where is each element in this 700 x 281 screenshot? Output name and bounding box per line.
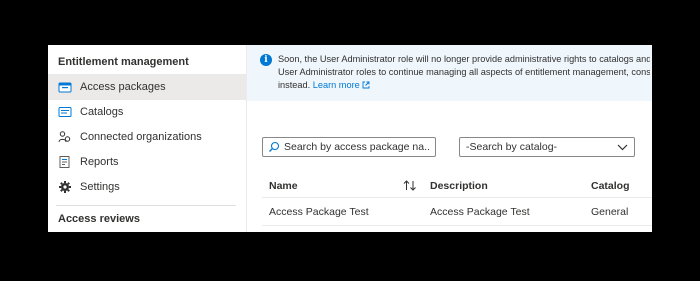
catalog-filter-dropdown[interactable]: -Search by catalog- [459,137,635,157]
access-packages-icon [58,80,72,94]
gear-icon [58,180,72,194]
sidebar-item-label: Reports [80,156,119,168]
sidebar-section-title: Access reviews [58,213,140,225]
sort-icon[interactable] [403,180,417,191]
sidebar-item-connected-organizations[interactable]: Connected organizations [48,124,246,150]
sidebar-item-reports[interactable]: Reports [48,149,246,175]
sidebar-item-catalogs[interactable]: Catalogs [48,99,246,125]
column-header-description[interactable]: Description [430,180,488,192]
sidebar-divider [56,205,236,206]
sidebar-item-label: Settings [80,181,120,193]
column-header-name[interactable]: Name [269,180,298,192]
banner-line: User Administrator roles to continue man… [278,67,650,77]
banner-line: Soon, the User Administrator role will n… [278,54,650,64]
sidebar-item-label: Connected organizations [80,131,202,143]
sidebar-item-label: Catalogs [80,106,124,118]
banner-message: Soon, the User Administrator role will n… [278,53,650,93]
catalog-icon [58,105,72,119]
learn-more-link[interactable]: Learn more [313,80,370,90]
app-window: Entitlement management Access packages C… [48,45,652,232]
main-content: i Soon, the User Administrator role will… [246,45,652,232]
search-icon [268,141,280,153]
info-banner: i Soon, the User Administrator role will… [247,45,652,101]
cell-catalog: General [591,206,629,218]
sidebar-item-access-packages[interactable]: Access packages [48,74,246,100]
sidebar-section-title: Entitlement management [58,56,189,68]
sidebar: Entitlement management Access packages C… [48,45,246,232]
catalog-filter-value: -Search by catalog- [466,141,558,153]
reports-icon [58,155,72,169]
row-divider [262,225,652,226]
cell-description: Access Package Test [430,206,530,218]
search-input[interactable] [284,141,429,153]
cell-name[interactable]: Access Package Test [269,206,369,218]
column-header-catalog[interactable]: Catalog [591,180,630,192]
sidebar-item-settings[interactable]: Settings [48,174,246,200]
info-icon: i [260,54,272,66]
banner-line: instead. [278,80,311,90]
external-link-icon [362,80,370,93]
search-input-container[interactable] [262,137,436,157]
sidebar-item-label: Access packages [80,81,166,93]
connected-organizations-icon [58,130,72,144]
header-divider [262,197,652,198]
chevron-down-icon [617,144,628,151]
